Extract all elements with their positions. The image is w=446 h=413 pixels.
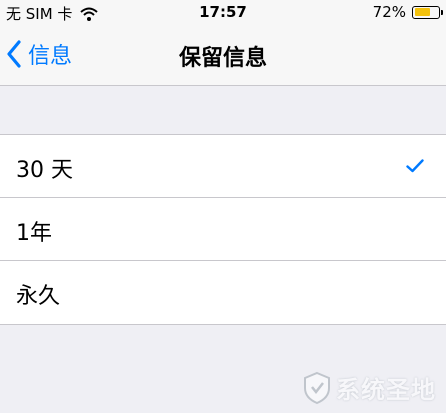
watermark-text: 系统圣地 bbox=[336, 376, 436, 404]
battery-fill bbox=[414, 8, 431, 16]
option-label: 30 天 bbox=[16, 158, 73, 183]
status-bar: 无 SIM 卡 17:57 72% bbox=[0, 0, 446, 24]
retention-options-list: 30 天 1年 永久 bbox=[0, 134, 446, 325]
option-row-1-year[interactable]: 1年 bbox=[0, 198, 446, 261]
battery-icon bbox=[412, 5, 443, 19]
navigation-bar: 信息 保留信息 bbox=[0, 24, 446, 86]
shield-icon bbox=[304, 371, 330, 404]
option-label: 1年 bbox=[16, 221, 52, 246]
status-right: 72% bbox=[372, 3, 443, 21]
battery-percent: 72% bbox=[372, 3, 406, 21]
battery-tip bbox=[440, 9, 443, 15]
option-label: 永久 bbox=[16, 284, 61, 309]
checkmark-icon bbox=[406, 159, 424, 173]
page-title: 保留信息 bbox=[178, 46, 267, 71]
option-row-forever[interactable]: 永久 bbox=[0, 261, 446, 324]
option-row-30-days[interactable]: 30 天 bbox=[0, 135, 446, 198]
watermark: 系统圣地 bbox=[302, 370, 436, 405]
